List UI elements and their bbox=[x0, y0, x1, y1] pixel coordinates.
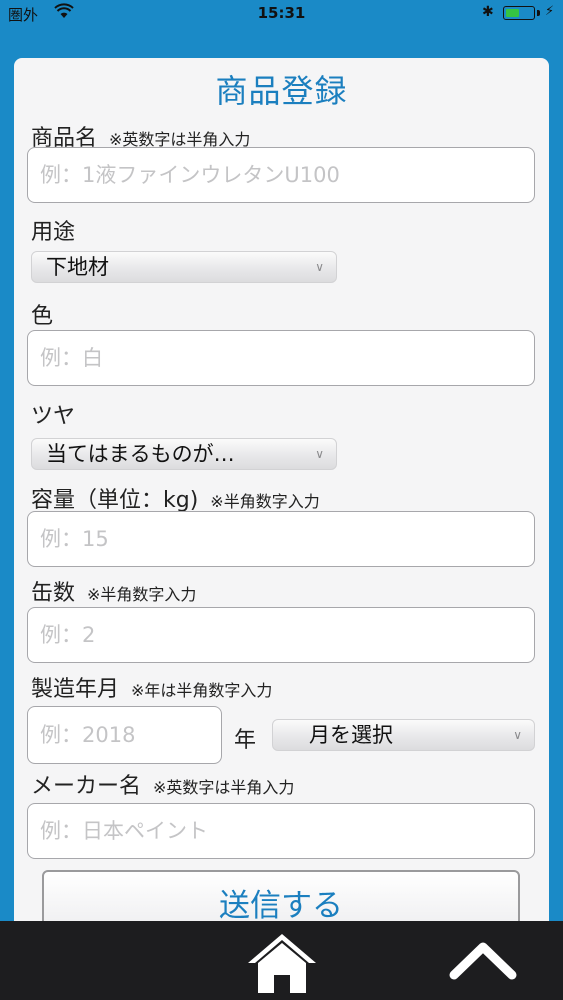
usage-label: 用途 bbox=[31, 220, 76, 245]
chevron-down-icon: ∨ bbox=[315, 447, 324, 461]
year-unit-label: 年 bbox=[234, 728, 257, 753]
gloss-select[interactable]: 当てはまるものが… ∨ bbox=[31, 438, 337, 470]
color-label: 色 bbox=[31, 304, 54, 329]
month-select[interactable]: 月を選択 ∨ bbox=[272, 719, 535, 751]
status-time: 15:31 bbox=[257, 4, 306, 22]
bluetooth-icon: ✱ bbox=[482, 4, 494, 20]
chevron-down-icon: ∨ bbox=[315, 260, 324, 274]
manufacture-note: ※年は半角数字入力 bbox=[131, 681, 273, 700]
product-name-input[interactable] bbox=[27, 147, 535, 203]
bottom-bar bbox=[0, 921, 563, 1000]
capacity-label: 容量（単位：kg) ※半角数字入力 bbox=[31, 488, 320, 513]
color-input[interactable] bbox=[27, 330, 535, 386]
product-registration-form: 商品登録 商品名※英数字は半角入力 用途 下地材 ∨ 色 ツヤ 当てはまるものが… bbox=[14, 58, 549, 958]
battery-icon bbox=[503, 6, 535, 20]
cans-label: 缶数 ※半角数字入力 bbox=[31, 581, 197, 606]
manufacture-label: 製造年月 ※年は半角数字入力 bbox=[31, 677, 273, 702]
status-bar: 圏外 15:31 ✱ ⚡ bbox=[0, 0, 563, 28]
charging-icon: ⚡ bbox=[545, 4, 555, 19]
capacity-input[interactable] bbox=[27, 511, 535, 567]
gloss-label: ツヤ bbox=[31, 404, 76, 429]
year-input[interactable] bbox=[27, 706, 222, 764]
maker-label: メーカー名 ※英数字は半角入力 bbox=[31, 774, 295, 799]
cans-input[interactable] bbox=[27, 607, 535, 663]
cans-note: ※半角数字入力 bbox=[87, 585, 197, 604]
form-title: 商品登録 bbox=[215, 72, 348, 110]
chevron-down-icon: ∨ bbox=[513, 728, 522, 742]
maker-input[interactable] bbox=[27, 803, 535, 859]
usage-select[interactable]: 下地材 ∨ bbox=[31, 251, 337, 283]
capacity-note: ※半角数字入力 bbox=[210, 492, 320, 511]
maker-note: ※英数字は半角入力 bbox=[153, 778, 295, 797]
home-icon[interactable] bbox=[246, 931, 318, 993]
chevron-up-icon[interactable] bbox=[448, 937, 518, 981]
